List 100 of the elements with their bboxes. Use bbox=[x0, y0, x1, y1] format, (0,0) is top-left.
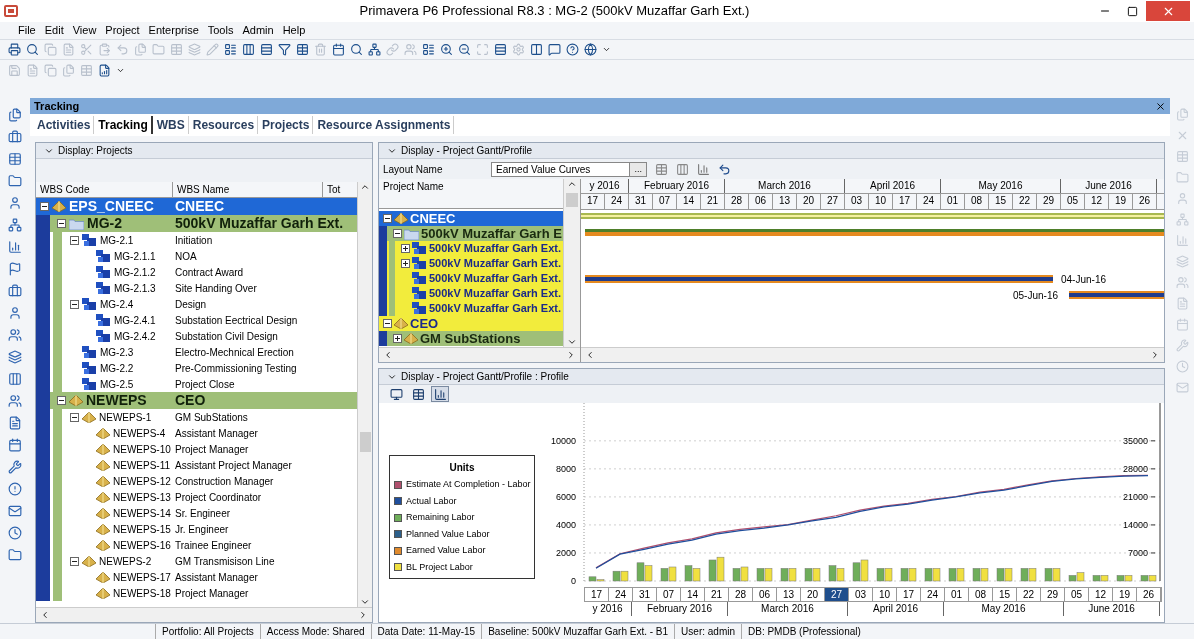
project-row[interactable]: CEO bbox=[379, 316, 564, 331]
collapse-icon[interactable] bbox=[40, 202, 49, 211]
scroll-thumb[interactable] bbox=[566, 193, 579, 207]
search-icon[interactable] bbox=[26, 43, 39, 56]
scroll-thumb[interactable] bbox=[359, 432, 371, 452]
columns-icon[interactable] bbox=[530, 43, 543, 56]
help-icon[interactable] bbox=[566, 43, 579, 56]
scrollbar[interactable] bbox=[379, 347, 580, 362]
scroll-down-icon[interactable] bbox=[360, 597, 370, 607]
layers-icon[interactable] bbox=[8, 350, 22, 364]
scrollbar[interactable] bbox=[357, 182, 372, 607]
list-icon[interactable] bbox=[422, 43, 435, 56]
scroll-right-icon[interactable] bbox=[358, 610, 368, 620]
comment-icon[interactable] bbox=[548, 43, 561, 56]
user-icon[interactable] bbox=[8, 196, 22, 210]
expand-icon[interactable] bbox=[393, 334, 402, 343]
tab[interactable]: Projects bbox=[259, 116, 314, 134]
wbs-row[interactable]: NEWEPS CEO bbox=[36, 392, 357, 409]
list-icon[interactable] bbox=[224, 43, 237, 56]
briefcase-icon[interactable] bbox=[8, 130, 22, 144]
calendar-icon[interactable] bbox=[332, 43, 345, 56]
report-icon[interactable] bbox=[98, 63, 111, 77]
table-icon[interactable] bbox=[8, 152, 22, 166]
files-icon[interactable] bbox=[8, 108, 22, 122]
chart-view-button[interactable] bbox=[431, 386, 449, 402]
mail-icon[interactable] bbox=[8, 504, 22, 518]
expand-icon[interactable] bbox=[401, 244, 410, 253]
users-icon[interactable] bbox=[8, 394, 22, 408]
printer-icon[interactable] bbox=[8, 43, 21, 56]
scrollbar[interactable] bbox=[563, 179, 580, 347]
app-logo-icon[interactable] bbox=[4, 5, 18, 17]
network-icon[interactable] bbox=[8, 218, 22, 232]
collapse-icon[interactable] bbox=[57, 396, 66, 405]
week-cell[interactable]: 27 bbox=[825, 588, 849, 601]
scroll-left-icon[interactable] bbox=[383, 350, 393, 360]
menu-item[interactable]: Enterprise bbox=[148, 22, 199, 39]
wbs-row[interactable]: EPS_CNEEC CNEEC bbox=[36, 198, 357, 215]
briefcase-icon[interactable] bbox=[8, 284, 22, 298]
scroll-right-icon[interactable] bbox=[1150, 350, 1160, 360]
menu-item[interactable]: Tools bbox=[207, 22, 234, 39]
scroll-up-icon[interactable] bbox=[360, 182, 370, 192]
tab[interactable]: Activities bbox=[34, 116, 95, 134]
close-icon[interactable] bbox=[1155, 100, 1166, 112]
menu-item[interactable]: View bbox=[72, 22, 97, 39]
collapse-icon[interactable] bbox=[70, 235, 79, 245]
tab[interactable]: Resources bbox=[189, 116, 259, 134]
menu-item[interactable]: Help bbox=[282, 22, 306, 39]
folder-icon[interactable] bbox=[8, 548, 22, 562]
tab[interactable]: Tracking bbox=[95, 116, 153, 134]
users-icon[interactable] bbox=[8, 328, 22, 342]
flag-icon[interactable] bbox=[8, 262, 22, 276]
maximize-icon[interactable] bbox=[1127, 5, 1138, 17]
rows-icon[interactable] bbox=[260, 43, 273, 56]
bar-chart-icon[interactable] bbox=[697, 162, 710, 176]
menu-item[interactable]: File bbox=[18, 22, 36, 39]
project-row[interactable]: CNEEC bbox=[379, 211, 564, 226]
tab[interactable]: WBS bbox=[153, 116, 189, 134]
collapse-icon[interactable] bbox=[57, 219, 66, 228]
menu-item[interactable]: Project bbox=[105, 22, 140, 39]
undo-icon[interactable] bbox=[718, 162, 731, 176]
scroll-up-icon[interactable] bbox=[567, 179, 578, 189]
menu-item[interactable]: Admin bbox=[242, 22, 274, 39]
caret-icon[interactable] bbox=[602, 45, 611, 54]
zoom-in-icon[interactable] bbox=[440, 43, 453, 56]
project-row[interactable]: 500kV Muzaffar Garh Ext. bbox=[379, 241, 564, 256]
globe-icon[interactable] bbox=[584, 43, 597, 56]
project-row[interactable]: 500kV Muzaffar Garh Ext. bbox=[379, 301, 564, 316]
project-row[interactable]: 500kV Muzaffar Garh E bbox=[379, 226, 564, 241]
clock-icon[interactable] bbox=[8, 526, 22, 540]
search-icon[interactable] bbox=[350, 43, 363, 56]
zoom-out-icon[interactable] bbox=[458, 43, 471, 56]
browse-button[interactable]: ... bbox=[629, 162, 646, 176]
project-row[interactable]: 500kV Muzaffar Garh Ext. bbox=[379, 286, 564, 301]
wbs-row[interactable]: MG-2 500kV Muzaffar Garh Ext. bbox=[36, 215, 357, 232]
calendar-icon[interactable] bbox=[8, 438, 22, 452]
scrollbar[interactable] bbox=[581, 347, 1164, 362]
scroll-left-icon[interactable] bbox=[40, 610, 50, 620]
project-row[interactable]: 500kV Muzaffar Garh Ext. bbox=[379, 256, 564, 271]
alert-icon[interactable] bbox=[8, 482, 22, 496]
collapse-icon[interactable] bbox=[383, 319, 392, 328]
folder-icon[interactable] bbox=[8, 174, 22, 188]
collapse-icon[interactable] bbox=[383, 214, 392, 223]
user-icon[interactable] bbox=[8, 306, 22, 320]
document-icon[interactable] bbox=[8, 416, 22, 430]
filter-icon[interactable] bbox=[278, 43, 291, 56]
collapse-icon[interactable] bbox=[393, 229, 402, 238]
menu-item[interactable]: Edit bbox=[44, 22, 64, 39]
monitor-view-button[interactable] bbox=[387, 386, 405, 402]
collapse-icon[interactable] bbox=[70, 556, 79, 566]
collapse-icon[interactable] bbox=[70, 299, 79, 309]
rows-icon[interactable] bbox=[494, 43, 507, 56]
columns-icon[interactable] bbox=[8, 372, 22, 386]
layout-name-field[interactable]: Earned Value Curves ... bbox=[491, 161, 647, 177]
scroll-down-icon[interactable] bbox=[567, 337, 578, 347]
project-row[interactable]: 500kV Muzaffar Garh Ext. bbox=[379, 271, 564, 286]
network-icon[interactable] bbox=[368, 43, 381, 56]
columns-icon[interactable] bbox=[242, 43, 255, 56]
project-row[interactable]: GM SubStations bbox=[379, 331, 564, 346]
scroll-left-icon[interactable] bbox=[585, 350, 595, 360]
collapse-icon[interactable] bbox=[70, 412, 79, 422]
